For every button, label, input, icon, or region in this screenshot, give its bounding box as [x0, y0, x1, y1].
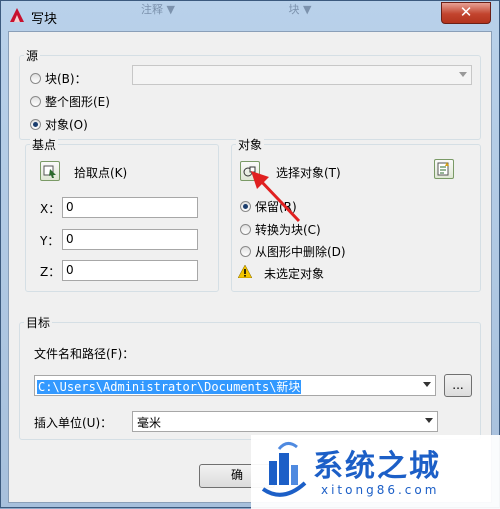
y-coordinate-input[interactable]: 0	[62, 229, 198, 250]
annotation-arrow-icon	[251, 171, 301, 223]
pick-point-button[interactable]	[40, 161, 60, 181]
close-button[interactable]: ✕	[441, 2, 491, 24]
quick-select-button[interactable]	[434, 159, 454, 179]
x-label: X：	[40, 202, 61, 216]
insert-units-value: 毫米	[137, 416, 162, 430]
objects-group-label: 对象	[236, 136, 265, 153]
units-label: 插入单位(U)：	[34, 416, 113, 430]
file-path-combo[interactable]: C:\Users\Administrator\Documents\新块	[34, 375, 436, 396]
radio-objects[interactable]: 对象(O)	[30, 116, 88, 133]
radio-entire-drawing[interactable]: 整个图形(E)	[30, 93, 110, 110]
radio-entire-drawing-label: 整个图形(E)	[45, 95, 110, 109]
chevron-down-icon[interactable]	[459, 72, 467, 77]
ghost-tab: 注释 ▼	[141, 3, 175, 16]
x-coordinate-input[interactable]: 0	[62, 197, 198, 218]
radio-circle[interactable]	[240, 246, 251, 257]
radio-delete-from-drawing-label: 从图形中删除(D)	[255, 245, 346, 259]
quick-select-icon	[437, 162, 449, 176]
path-label: 文件名和路径(F)：	[34, 347, 135, 361]
chevron-down-icon[interactable]	[425, 418, 433, 423]
warning-text: 未选定对象	[264, 267, 325, 281]
pick-point-icon	[43, 165, 56, 178]
y-label: Y：	[40, 234, 60, 248]
target-group: 目标 文件名和路径(F)： C:\Users\Administrator\Doc…	[19, 314, 481, 440]
watermark-logo-icon	[261, 442, 307, 497]
block-name-combo[interactable]	[132, 65, 472, 85]
pick-point-label: 拾取点(K)	[74, 166, 128, 180]
insert-units-combo[interactable]: 毫米	[132, 411, 438, 432]
radio-delete-from-drawing[interactable]: 从图形中删除(D)	[240, 243, 346, 260]
radio-circle[interactable]	[30, 96, 41, 107]
z-coordinate-input[interactable]: 0	[62, 260, 198, 281]
radio-circle[interactable]	[30, 73, 41, 84]
radio-circle-selected[interactable]	[30, 119, 41, 130]
watermark-text: 系统之城	[313, 449, 441, 484]
source-group: 源 块(B)： 整个图形(E) 对象(O)	[19, 47, 481, 140]
source-group-label: 源	[24, 47, 41, 64]
chevron-down-icon[interactable]	[423, 382, 431, 387]
base-point-group-label: 基点	[30, 136, 59, 153]
watermark-url: xitong86.com	[321, 483, 440, 497]
ok-button-label: 确	[230, 468, 243, 482]
background-ribbon-tabs: 注释 ▼ 块 ▼	[121, 1, 311, 17]
warning-icon	[238, 265, 252, 278]
dialog-window: 写块 注释 ▼ 块 ▼ ✕ 源 块(B)： 整个图形(E) 对象(O) 基点 拾…	[0, 0, 500, 509]
title-bar[interactable]: 写块 注释 ▼ 块 ▼ ✕	[1, 1, 499, 31]
radio-block[interactable]: 块(B)：	[30, 70, 87, 87]
target-group-label: 目标	[24, 314, 53, 331]
radio-objects-label: 对象(O)	[45, 118, 88, 132]
z-label: Z：	[40, 265, 61, 279]
ghost-tab: 块 ▼	[288, 3, 312, 16]
dialog-body: 源 块(B)： 整个图形(E) 对象(O) 基点 拾取点(K) X： 0 Y： …	[8, 31, 492, 503]
radio-block-label: 块(B)：	[45, 72, 87, 86]
window-title: 写块	[31, 12, 58, 27]
browse-button[interactable]: ...	[444, 374, 472, 397]
base-point-group: 基点 拾取点(K) X： 0 Y： 0 Z： 0	[25, 136, 219, 292]
autocad-app-icon	[10, 8, 24, 22]
file-path-value[interactable]: C:\Users\Administrator\Documents\新块	[37, 380, 302, 394]
watermark: 系统之城 xitong86.com	[251, 435, 500, 509]
